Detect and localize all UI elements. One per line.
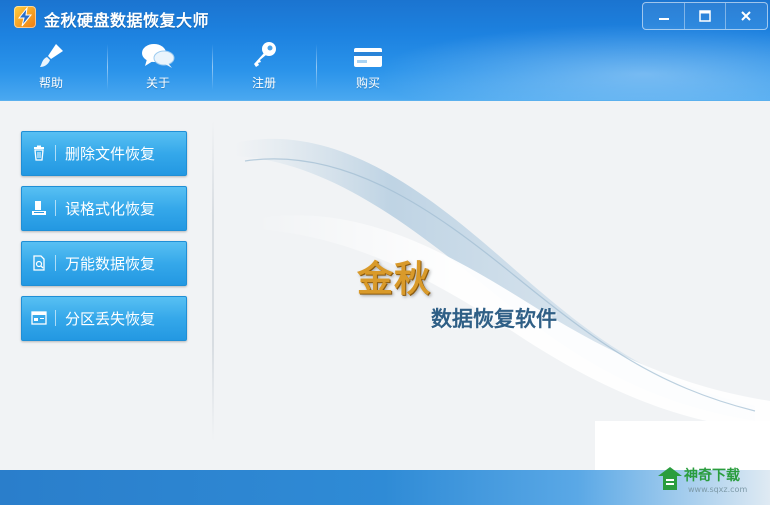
brand-logo-text: 金秋 — [357, 258, 432, 300]
wave-decoration — [235, 138, 770, 470]
menu-label: 分区丢失恢复 — [65, 310, 156, 328]
maximize-icon — [698, 10, 711, 22]
menu-label: 误格式化恢复 — [65, 200, 156, 218]
toolbar-label-about: 关于 — [145, 76, 170, 90]
menu-divider — [55, 310, 56, 326]
partition-icon — [31, 311, 47, 325]
toolbar-separator — [316, 44, 317, 90]
menu-divider — [55, 255, 56, 271]
window-title: 金秋硬盘数据恢复大师 — [44, 11, 210, 30]
universal-recovery-button[interactable]: 万能数据恢复 — [21, 241, 187, 286]
toolbar-label-register: 注册 — [251, 76, 276, 90]
header: 金秋硬盘数据恢复大师 帮助 关于 注册 购买 — [0, 0, 770, 101]
minimize-icon — [658, 18, 669, 20]
brush-icon — [40, 44, 63, 67]
app-window: 金秋硬盘数据恢复大师 帮助 关于 注册 购买 删除文件恢复 误格式化恢复 万能数… — [0, 0, 770, 505]
panel-divider — [212, 121, 214, 441]
recovery-menu: 删除文件恢复 误格式化恢复 万能数据恢复 分区丢失恢复 — [0, 101, 212, 470]
watermark-logo-icon — [658, 467, 682, 490]
title-bar[interactable]: 金秋硬盘数据恢复大师 — [0, 0, 770, 34]
toolbar-separator — [107, 44, 108, 90]
format-icon — [32, 201, 46, 215]
brand-subtitle: 数据恢复软件 — [431, 306, 557, 331]
delete-file-recovery-button[interactable]: 删除文件恢复 — [21, 131, 187, 176]
toolbar-buy-button[interactable]: 购买 — [328, 40, 408, 96]
toolbar: 帮助 关于 注册 购买 — [0, 34, 420, 98]
close-icon — [740, 11, 751, 21]
key-icon — [254, 42, 276, 67]
chat-bubbles-icon — [142, 44, 175, 68]
toolbar-separator — [212, 44, 213, 90]
toolbar-label-help: 帮助 — [38, 76, 63, 90]
partition-recovery-button[interactable]: 分区丢失恢复 — [21, 296, 187, 341]
toolbar-register-button[interactable]: 注册 — [224, 40, 304, 96]
window-controls — [642, 2, 768, 30]
document-icon — [33, 255, 45, 271]
menu-divider — [55, 200, 56, 216]
watermark-url: www.sqxz.com — [688, 485, 748, 494]
menu-divider — [55, 145, 56, 161]
close-button[interactable] — [725, 3, 766, 29]
toolbar-about-button[interactable]: 关于 — [118, 40, 198, 96]
watermark-text: 神奇下载 — [684, 468, 740, 484]
maximize-button[interactable] — [684, 3, 726, 29]
menu-label: 万能数据恢复 — [65, 255, 156, 273]
minimize-button[interactable] — [643, 3, 685, 29]
format-recovery-button[interactable]: 误格式化恢复 — [21, 186, 187, 231]
toolbar-help-button[interactable]: 帮助 — [11, 40, 91, 96]
toolbar-label-buy: 购买 — [355, 76, 380, 90]
card-icon — [354, 48, 382, 67]
menu-label: 删除文件恢复 — [65, 145, 156, 163]
trash-icon — [34, 145, 44, 161]
banner — [215, 101, 770, 470]
app-logo-icon — [14, 6, 36, 28]
